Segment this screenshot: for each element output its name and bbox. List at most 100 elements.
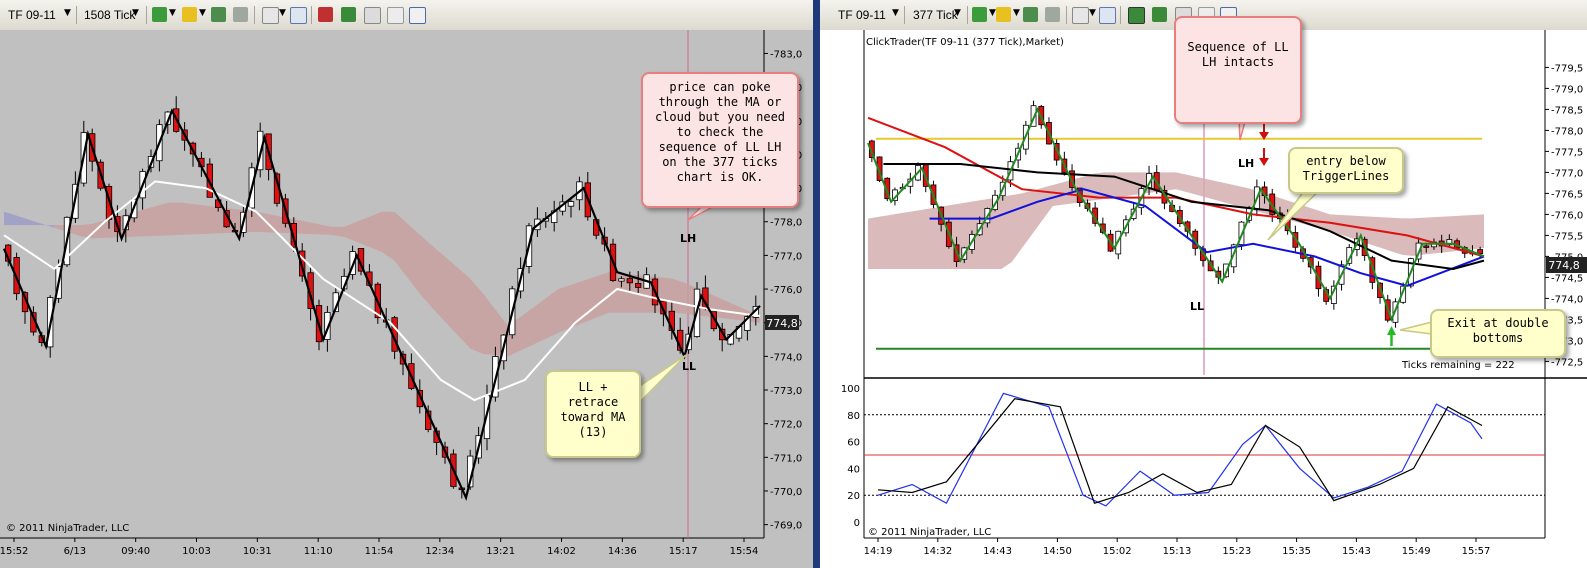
left-toolbar: TF 09-11 ▼ 1508 Tick ▼ ▼ ▼ ▼: [0, 0, 813, 31]
x-tick-label: 13:21: [486, 546, 515, 557]
x-tick-label: 12:34: [425, 546, 454, 557]
y-tick-label: -774,0: [770, 352, 802, 363]
right-price-badge-text: 774,8: [1548, 259, 1580, 272]
y-tick-label: -769,0: [770, 521, 802, 532]
bear-candle: [626, 278, 633, 284]
data-box-icon[interactable]: [387, 7, 404, 24]
x-tick-label: 14:43: [983, 546, 1012, 557]
x-tick-label: 15:43: [1342, 546, 1371, 557]
left-ll-label: LL: [682, 360, 696, 373]
oscillator-y-tick-label: 60: [847, 438, 860, 449]
y-tick-label: -777,5: [1551, 147, 1583, 158]
toolbar-divider: [311, 6, 312, 24]
y-tick-label: -777,0: [1551, 168, 1583, 179]
annotation-sequence-intact: Sequence of LL LH intacts: [1174, 16, 1302, 124]
chevron-down-icon[interactable]: ▼: [169, 8, 176, 18]
left-instrument-selector[interactable]: TF 09-11: [8, 5, 56, 25]
y-tick-label: -778,0: [770, 218, 802, 229]
x-tick-label: 15:35: [1282, 546, 1311, 557]
y-tick-label: -772,0: [770, 420, 802, 431]
y-tick-label: -774,5: [1551, 273, 1583, 284]
x-tick-label: 11:54: [365, 546, 394, 557]
y-tick-label: -779,5: [1551, 63, 1583, 74]
y-tick-label: -776,0: [770, 285, 802, 296]
pencil-draw-icon[interactable]: [996, 7, 1011, 22]
y-tick-label: -778,0: [1551, 126, 1583, 137]
ticks-remaining: Ticks remaining = 222: [1401, 360, 1515, 371]
left-copyright: © 2011 NinjaTrader, LLC: [6, 523, 129, 534]
left-price-badge-text: 774,8: [766, 317, 798, 330]
right-copyright: © 2011 NinjaTrader, LLC: [868, 527, 991, 538]
y-tick-label: -779,0: [1551, 84, 1583, 95]
chevron-down-icon[interactable]: ▼: [1089, 8, 1096, 18]
annotation-retrace: LL + retrace toward MA (13): [545, 370, 641, 458]
bear-candle: [635, 282, 642, 288]
x-tick-label: 14:02: [547, 546, 576, 557]
y-tick-label: -770,0: [770, 487, 802, 498]
x-tick-label: 15:54: [730, 546, 759, 557]
y-tick-label: -772,5: [1551, 357, 1583, 368]
chevron-down-icon[interactable]: ▼: [279, 8, 286, 18]
y-tick-label: -783,0: [770, 49, 802, 60]
indicators-icon[interactable]: [341, 7, 356, 22]
chevron-down-icon[interactable]: ▼: [954, 8, 961, 18]
y-tick-label: -777,0: [770, 251, 802, 262]
toolbar-divider: [904, 6, 905, 24]
annotation-entry: entry below TriggerLines: [1288, 147, 1404, 194]
y-tick-label: -775,5: [1551, 231, 1583, 242]
y-tick-label: -778,5: [1551, 105, 1583, 116]
toolbar-divider: [967, 6, 968, 24]
x-tick-label: 15:23: [1222, 546, 1251, 557]
y-tick-label: -771,0: [770, 453, 802, 464]
oscillator-y-tick-label: 100: [841, 384, 860, 395]
window-icon[interactable]: [409, 7, 426, 24]
right-chart-title: ClickTrader(TF 09-11 (377 Tick),Market): [866, 37, 1064, 48]
zoom-in-icon[interactable]: [1023, 7, 1038, 22]
x-tick-label: 15:52: [0, 546, 28, 557]
x-tick-label: 15:02: [1103, 546, 1132, 557]
y-tick-label: -773,0: [770, 386, 802, 397]
right-lh-label: LH: [1238, 157, 1254, 170]
oscillator-y-tick-label: 20: [847, 491, 860, 502]
y-tick-label: -776,5: [1551, 189, 1583, 200]
toolbar-divider: [146, 6, 147, 24]
strategies-icon[interactable]: [364, 7, 381, 24]
zoom-in-icon[interactable]: [211, 7, 226, 22]
annotation-exit: Exit at double bottoms: [1430, 309, 1566, 358]
zoom-out-icon[interactable]: [233, 7, 248, 22]
bar-type-icon[interactable]: [972, 7, 987, 22]
chevron-down-icon[interactable]: ▼: [132, 8, 139, 18]
magnifier-icon[interactable]: [1099, 7, 1116, 24]
toolbar-divider: [254, 6, 255, 24]
x-tick-label: 10:31: [243, 546, 272, 557]
left-chart-window: TF 09-11 ▼ 1508 Tick ▼ ▼ ▼ ▼ -783,0-782,…: [0, 0, 813, 568]
indicators-icon[interactable]: [1152, 7, 1167, 22]
oscillator-y-tick-label: 40: [847, 464, 860, 475]
chevron-down-icon[interactable]: ▼: [64, 8, 71, 18]
annotation-ll-lh-sequence: price can poke through the MA or cloud b…: [641, 72, 799, 208]
zoom-out-icon[interactable]: [1045, 7, 1060, 22]
toolbar-divider: [1066, 6, 1067, 24]
left-interval-selector[interactable]: 1508 Tick: [84, 5, 135, 25]
y-tick-label: -776,0: [1551, 210, 1583, 221]
bull-candle: [567, 201, 575, 207]
pencil-draw-icon[interactable]: [182, 7, 197, 22]
cursor-icon[interactable]: [1072, 7, 1089, 24]
x-tick-label: 11:10: [304, 546, 333, 557]
cursor-icon[interactable]: [262, 7, 279, 24]
magnifier-icon[interactable]: [290, 7, 307, 24]
bear-candle: [1423, 245, 1430, 248]
right-interval-selector[interactable]: 377 Tick: [913, 5, 958, 25]
x-tick-label: 14:19: [864, 546, 893, 557]
left-x-axis-ticks: 15:52 6/13 09:40 10:03 10:31 11:10 11:54 12:34 1…: [0, 538, 758, 557]
right-instrument-selector[interactable]: TF 09-11: [838, 5, 886, 25]
bar-type-icon[interactable]: [152, 7, 167, 22]
chevron-down-icon[interactable]: ▼: [989, 8, 996, 18]
chevron-down-icon[interactable]: ▼: [1013, 8, 1020, 18]
properties-icon[interactable]: [1128, 7, 1145, 24]
properties-icon[interactable]: [318, 7, 333, 22]
oscillator-y-tick-label: 80: [847, 411, 860, 422]
x-tick-label: 10:03: [182, 546, 211, 557]
chevron-down-icon[interactable]: ▼: [892, 8, 899, 18]
chevron-down-icon[interactable]: ▼: [199, 8, 206, 18]
